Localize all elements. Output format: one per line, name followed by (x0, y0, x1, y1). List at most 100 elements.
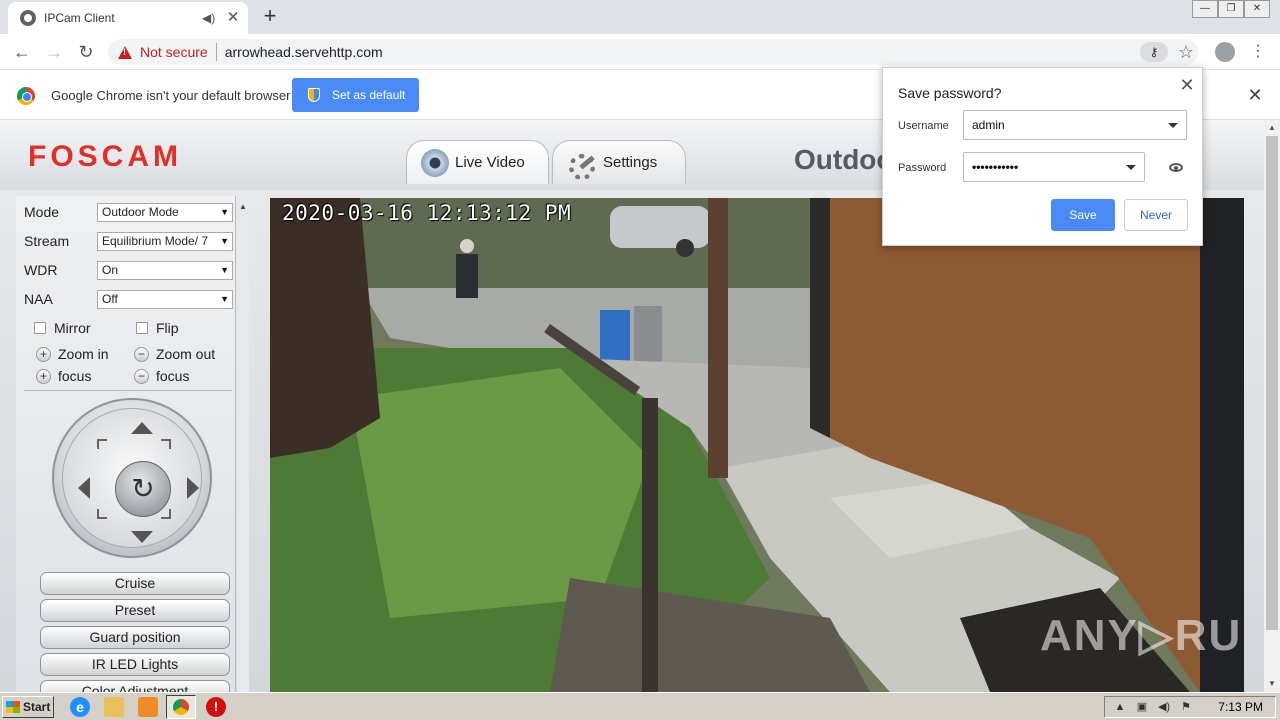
internet-explorer-icon[interactable]: e (70, 697, 90, 717)
pan-left-arrow-icon[interactable] (78, 477, 90, 499)
guard-position-button[interactable]: Guard position (40, 626, 230, 649)
media-player-icon[interactable] (138, 697, 158, 717)
chrome-taskbar-icon[interactable] (166, 695, 196, 719)
reload-icon[interactable]: ↻ (75, 41, 97, 63)
page-favicon-icon (20, 10, 36, 26)
pan-up-left-arrow-icon[interactable] (97, 439, 107, 449)
address-bar[interactable]: Not secure arrowhead.servehttp.com (108, 39, 1198, 65)
mode-select[interactable]: Outdoor Mode ▼ (97, 202, 233, 222)
minimize-button[interactable]: — (1192, 0, 1218, 18)
speaker-icon[interactable]: ◀) (202, 11, 216, 25)
wdr-value: On (102, 263, 119, 277)
back-arrow-icon[interactable]: ← (11, 41, 33, 63)
tray-expand-icon[interactable]: ▲ (1113, 700, 1127, 714)
pan-right-arrow-icon[interactable] (187, 477, 199, 499)
mirror-label: Mirror (54, 320, 91, 336)
mirror-checkbox[interactable] (34, 322, 46, 334)
network-icon[interactable]: ▣ (1135, 700, 1149, 714)
plus-icon[interactable]: + (36, 346, 51, 362)
zoom-in-control[interactable]: + Zoom in (36, 346, 109, 362)
infobar-message: Google Chrome isn't your default browser (51, 88, 291, 103)
forward-arrow-icon[interactable]: → (43, 41, 65, 63)
profile-avatar[interactable] (1215, 42, 1235, 62)
save-button[interactable]: Save (1051, 199, 1115, 231)
reset-position-icon[interactable]: ↻ (115, 461, 171, 517)
pan-down-arrow-icon[interactable] (131, 531, 153, 543)
dialog-title: Save password? (898, 85, 1002, 101)
pan-up-right-arrow-icon[interactable] (161, 439, 171, 449)
key-icon[interactable]: ⚷ (1140, 42, 1168, 62)
scroll-up-arrow-icon[interactable]: ▲ (239, 202, 247, 211)
close-window-button[interactable]: ✕ (1244, 0, 1270, 18)
dialog-close-icon[interactable]: ✕ (1178, 76, 1196, 94)
scroll-down-arrow-icon[interactable]: ▼ (1264, 676, 1280, 692)
minus-icon[interactable]: − (134, 346, 149, 362)
wdr-row: WDR On ▼ (24, 260, 236, 280)
dropdown-arrow-icon: ▼ (220, 236, 229, 246)
file-explorer-icon[interactable] (104, 697, 124, 717)
mirror-option[interactable]: Mirror (34, 320, 91, 336)
browser-tab[interactable]: IPCam Client ◀) ✕ (8, 2, 248, 34)
tab-strip: IPCam Client ◀) ✕ + — ❐ ✕ (0, 0, 1280, 34)
focus-plus-control[interactable]: + focus (36, 368, 91, 384)
mode-row: Mode Outdoor Mode ▼ (24, 202, 236, 222)
security-indicator[interactable]: Not secure (140, 44, 208, 60)
zoom-out-control[interactable]: − Zoom out (134, 346, 215, 362)
stream-select[interactable]: Equilibrium Mode/ 7 ▼ (97, 231, 233, 251)
stream-row: Stream Equilibrium Mode/ 7 ▼ (24, 231, 236, 251)
settings-wrench-icon (567, 150, 595, 180)
wdr-select[interactable]: On ▼ (97, 260, 233, 280)
sidebar-scroll-strip[interactable]: ▲ (237, 196, 249, 692)
volume-icon[interactable]: ◀) (1157, 700, 1171, 714)
browser-toolbar: ← → ↻ Not secure arrowhead.servehttp.com (0, 34, 1280, 70)
menu-dots-icon[interactable]: ⋮ (1248, 40, 1268, 64)
preset-button[interactable]: Preset (40, 599, 230, 622)
tab-title: IPCam Client (44, 11, 115, 25)
warning-icon[interactable] (118, 45, 132, 59)
show-password-eye-icon[interactable] (1169, 163, 1183, 172)
ptz-control-pad: ↻ (52, 398, 212, 558)
password-field[interactable]: ••••••••••• (963, 152, 1145, 182)
stop-sign-icon[interactable]: ! (206, 697, 226, 717)
bookmark-star-icon[interactable]: ☆ (1176, 40, 1196, 64)
window-controls: — ❐ ✕ (1192, 0, 1270, 18)
url-text[interactable]: arrowhead.servehttp.com (225, 44, 383, 60)
restore-button[interactable]: ❐ (1218, 0, 1244, 18)
username-field[interactable]: admin (963, 110, 1187, 140)
tab-live-video[interactable]: Live Video (406, 140, 549, 184)
dropdown-arrow-icon (1126, 164, 1136, 170)
tab-close-icon[interactable]: ✕ (226, 10, 240, 25)
tab-live-video-label: Live Video (455, 154, 525, 171)
pan-down-left-arrow-icon[interactable] (97, 509, 107, 519)
color-adjustment-button[interactable]: Color Adjustment (40, 680, 230, 692)
ir-led-lights-button[interactable]: IR LED Lights (40, 653, 230, 676)
scroll-up-arrow-icon[interactable]: ▲ (1264, 120, 1280, 136)
dropdown-arrow-icon: ▼ (220, 265, 229, 275)
pan-down-right-arrow-icon[interactable] (161, 509, 171, 519)
page-scrollbar[interactable]: ▲ ▼ (1264, 120, 1280, 692)
tab-settings[interactable]: Settings (552, 140, 686, 184)
start-label: Start (23, 700, 51, 714)
start-button[interactable]: Start (2, 696, 54, 718)
ptz-inner-ring: ↻ (62, 408, 202, 548)
naa-select[interactable]: Off ▼ (97, 289, 233, 309)
set-as-default-button[interactable]: Set as default (292, 78, 419, 112)
flip-checkbox[interactable] (136, 322, 148, 334)
new-tab-button[interactable]: + (258, 5, 282, 29)
flip-option[interactable]: Flip (136, 320, 179, 336)
infobar-close-icon[interactable]: ✕ (1246, 86, 1264, 104)
minus-icon[interactable]: − (134, 368, 149, 384)
never-button[interactable]: Never (1124, 199, 1188, 231)
cruise-button[interactable]: Cruise (40, 572, 230, 595)
taskbar-clock[interactable]: 7:13 PM (1218, 700, 1263, 714)
flip-label: Flip (156, 320, 179, 336)
flag-icon[interactable]: ⚑ (1179, 700, 1193, 714)
plus-icon[interactable]: + (36, 368, 51, 384)
shield-icon (308, 88, 320, 102)
control-sidebar: Mode Outdoor Mode ▼ Stream Equilibrium Mo… (16, 196, 236, 692)
scrollbar-thumb[interactable] (1266, 136, 1278, 630)
focus-minus-control[interactable]: − focus (134, 368, 189, 384)
mode-value: Outdoor Mode (102, 205, 179, 219)
live-video-feed[interactable]: 2020-03-16 12:13:12 PM ANY▷RUN (270, 198, 1244, 692)
pan-up-arrow-icon[interactable] (131, 422, 153, 434)
